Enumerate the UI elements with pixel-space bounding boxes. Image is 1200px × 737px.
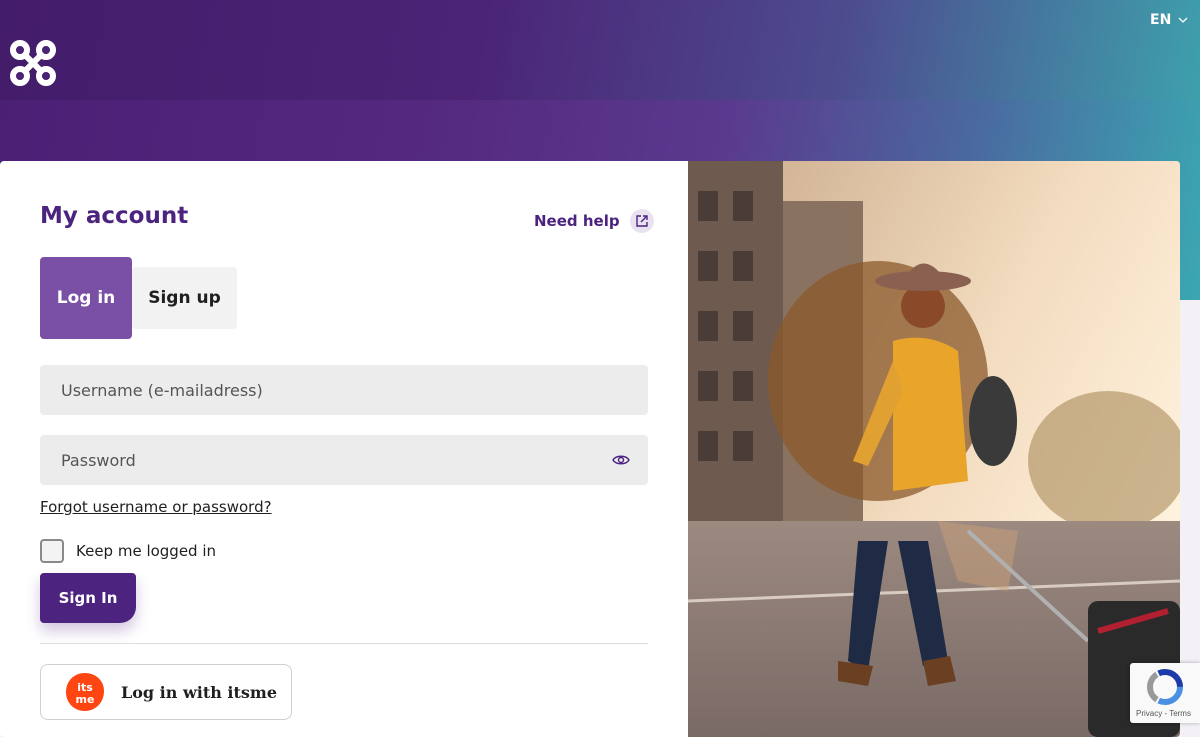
itsme-logo-icon: its me — [66, 673, 104, 711]
external-link-icon — [629, 209, 654, 233]
hero-photo — [688, 161, 1180, 737]
password-field[interactable]: Password — [40, 435, 648, 485]
login-panel: My account Need help Log in Sign up User… — [0, 161, 688, 737]
username-placeholder: Username (e-mailadress) — [61, 380, 263, 400]
divider — [40, 643, 648, 644]
page-title: My account — [40, 203, 189, 229]
top-bar — [0, 0, 1200, 100]
eye-icon[interactable] — [612, 452, 630, 468]
language-selector[interactable]: EN — [1150, 12, 1189, 28]
password-placeholder: Password — [61, 450, 136, 470]
language-label: EN — [1150, 12, 1172, 28]
svg-text:me: me — [76, 693, 95, 706]
recaptcha-icon — [1147, 669, 1183, 705]
forgot-credentials-link[interactable]: Forgot username or password? — [40, 498, 272, 516]
keep-logged-in: Keep me logged in — [40, 539, 216, 563]
chevron-down-icon — [1178, 17, 1188, 23]
keep-logged-in-label: Keep me logged in — [76, 542, 217, 560]
tab-log-in[interactable]: Log in — [40, 257, 132, 339]
account-card: My account Need help Log in Sign up User… — [0, 161, 1180, 737]
sign-in-button[interactable]: Sign In — [40, 573, 136, 623]
command-logo-icon[interactable] — [8, 38, 58, 88]
recaptcha-links[interactable]: Privacy - Terms — [1136, 709, 1191, 718]
recaptcha-badge[interactable]: Privacy - Terms — [1130, 663, 1200, 723]
itsme-label: Log in with itsme — [121, 682, 277, 702]
keep-logged-in-checkbox[interactable] — [40, 539, 64, 563]
itsme-login-button[interactable]: its me Log in with itsme — [40, 664, 292, 720]
need-help-link[interactable]: Need help — [534, 209, 654, 233]
need-help-label: Need help — [534, 212, 620, 230]
tab-sign-up[interactable]: Sign up — [132, 267, 237, 329]
username-field[interactable]: Username (e-mailadress) — [40, 365, 648, 415]
